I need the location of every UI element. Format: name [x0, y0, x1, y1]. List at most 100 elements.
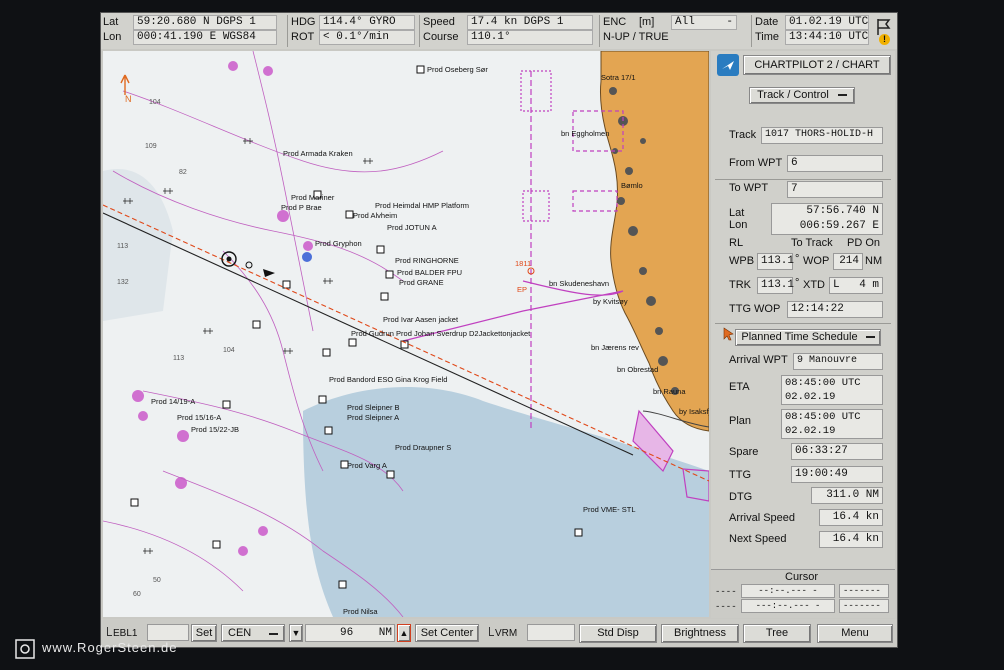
- track-value: 1017 THORS-HOLID-H: [761, 127, 883, 144]
- wpb-degree: °: [795, 253, 800, 265]
- schedule-label: Planned Time Schedule: [741, 331, 858, 343]
- nautical-chart[interactable]: 104 109 82 113 132 113 104 60 50 N Prod …: [103, 51, 709, 617]
- range-field[interactable]: 96 NM: [305, 624, 395, 642]
- lon-value: 000:41.190 E WGS84: [133, 30, 277, 45]
- dtg-value: 311.0 NM: [811, 487, 883, 504]
- heading-readout: HDG 114.4° GYRO ROT < 0.1°/min: [291, 15, 420, 47]
- north-label: N: [125, 94, 132, 104]
- arrival-speed-value[interactable]: 16.4 kn: [819, 509, 883, 526]
- watermark-text: www.RogerSteen.de: [42, 640, 178, 655]
- speed-label: Speed: [423, 16, 455, 28]
- from-wpt-label: From WPT: [729, 157, 783, 169]
- chart-label-1419: Prod 14/19-A: [151, 397, 196, 406]
- track-control-label: Track / Control: [757, 89, 829, 101]
- ttg-value: 19:00:49: [791, 466, 883, 483]
- wpt-lon-value: 006:59.267 E: [799, 220, 879, 232]
- to-track-label: To Track: [791, 237, 833, 249]
- ttg-wop-label: TTG WOP: [729, 303, 781, 315]
- status-bar: Lat 59:20.680 N DGPS 1 Lon 000:41.190 E WG…: [101, 13, 897, 49]
- range-value: 96: [340, 627, 354, 639]
- position-readout: Lat 59:20.680 N DGPS 1 Lon 000:41.190 E WG…: [103, 15, 288, 47]
- cursor-title: Cursor: [785, 571, 819, 583]
- rl-label: RL: [729, 237, 744, 249]
- eta-label: ETA: [729, 381, 750, 393]
- panel-title[interactable]: CHARTPILOT 2 / CHART: [743, 55, 891, 75]
- depth-sounding: 113: [173, 355, 185, 362]
- date-label: Date: [755, 16, 779, 28]
- plan-time: 08:45:00 UTC: [785, 411, 861, 423]
- trk-degree: °: [795, 277, 800, 289]
- chart-label-vme: Prod VME- STL: [583, 505, 636, 514]
- depth-sounding: 132: [117, 279, 129, 286]
- vrm-toggle[interactable]: VRM: [489, 627, 517, 640]
- target-icon: [302, 252, 312, 262]
- from-wpt-value: 6: [787, 155, 883, 172]
- cen-dropdown[interactable]: CEN: [221, 624, 285, 642]
- chart-label-1522: Prod 15/22-JB: [191, 425, 239, 434]
- range-up-button[interactable]: ▲: [397, 624, 411, 642]
- chart-label-1811: 1811: [515, 259, 532, 268]
- chart-label-grane: Prod GRANE: [399, 278, 444, 287]
- enc-select-value: All: [675, 16, 695, 28]
- std-disp-button[interactable]: Std Disp: [579, 624, 657, 643]
- tree-button[interactable]: Tree: [743, 624, 811, 643]
- ttg-wop-value: 12:14:22: [787, 301, 883, 318]
- ebl-set-button[interactable]: Set: [191, 624, 217, 642]
- dropdown-bar-icon: [865, 336, 875, 339]
- trk-label: TRK: [729, 279, 751, 291]
- cursor-lon: ---:--.--- -: [741, 599, 835, 613]
- alarm-button[interactable]: !: [873, 15, 895, 47]
- brightness-button[interactable]: Brightness: [661, 624, 739, 643]
- next-speed-value[interactable]: 16.4 kn: [819, 531, 883, 548]
- chart-label-jaerens: bn Jærens rev: [591, 343, 639, 352]
- wpb-value: 113.1: [757, 253, 794, 270]
- wpt-position: 57:56.740 N 006:59.267 E: [771, 203, 883, 235]
- vrm-label: VRM: [495, 628, 518, 639]
- menu-button[interactable]: Menu: [817, 624, 893, 643]
- speed-value: 17.4 kn DGPS 1: [467, 15, 593, 30]
- spare-label: Spare: [729, 446, 759, 458]
- set-center-button[interactable]: Set Center: [415, 624, 479, 642]
- bottom-toolbar: EBL1 Set CEN ▼ 96 NM ▲ Set Center VRM St…: [101, 619, 897, 647]
- chart-label-varg: Prod Varg A: [347, 461, 387, 470]
- spare-value: 06:33:27: [791, 443, 883, 460]
- chart-label-nilsa: Prod Nilsa: [343, 607, 378, 616]
- datetime-readout: Date 01.02.19 UTC Time 13:44:10 UTC: [755, 15, 871, 47]
- wop-label: WOP: [803, 255, 830, 267]
- plan-value[interactable]: 08:45:00 UTC 02.02.19: [781, 409, 883, 439]
- chart-label-ep: EP: [517, 285, 528, 294]
- schedule-dropdown[interactable]: Planned Time Schedule: [735, 329, 881, 346]
- chart-label-isaksfjell: by Isaksfjell: [679, 407, 709, 416]
- depth-sounding: 82: [179, 169, 187, 176]
- ttg-label: TTG: [729, 469, 751, 481]
- wpb-label: WPB: [729, 255, 755, 267]
- depth-sounding: 60: [133, 591, 141, 598]
- lon-label: Lon: [103, 31, 122, 43]
- deep-water-area: [103, 169, 173, 321]
- enc-display-select[interactable]: All -: [671, 15, 737, 30]
- norway-coast-land: [600, 51, 709, 432]
- arrival-speed-label: Arrival Speed: [729, 512, 796, 524]
- cen-value: CEN: [228, 627, 252, 639]
- hdg-label: HDG: [291, 16, 316, 28]
- date-value: 01.02.19 UTC: [785, 15, 869, 30]
- plan-label: Plan: [729, 415, 752, 427]
- range-down-button[interactable]: ▼: [289, 624, 303, 642]
- arrival-wpt-value: 9 Manouvre: [793, 353, 883, 370]
- rot-value: < 0.1°/min: [319, 30, 415, 45]
- enc-mode: N-UP / TRUE: [603, 31, 669, 43]
- pointer-cursor-icon: [723, 327, 734, 341]
- watermark: www.RogerSteen.de: [14, 636, 178, 660]
- track-label: Track: [729, 129, 757, 141]
- chart-label-sleipner-a: Prod Sleipner A: [347, 413, 400, 422]
- track-control-dropdown[interactable]: Track / Control: [749, 87, 855, 104]
- hdg-value: 114.4° GYRO: [319, 15, 415, 30]
- separator: [715, 179, 891, 180]
- vrm-value[interactable]: [527, 624, 575, 641]
- cursor-panel: Cursor ---- --:--.--- - ------- ---- ---…: [711, 569, 895, 618]
- to-wpt-value: 7: [787, 181, 883, 198]
- dropdown-bar-icon: [269, 633, 278, 635]
- triangle-down-icon: ▼: [291, 628, 301, 638]
- chart-label-oseberg: Prod Oseberg Sør: [427, 65, 488, 74]
- cursor-range: -------: [839, 599, 889, 613]
